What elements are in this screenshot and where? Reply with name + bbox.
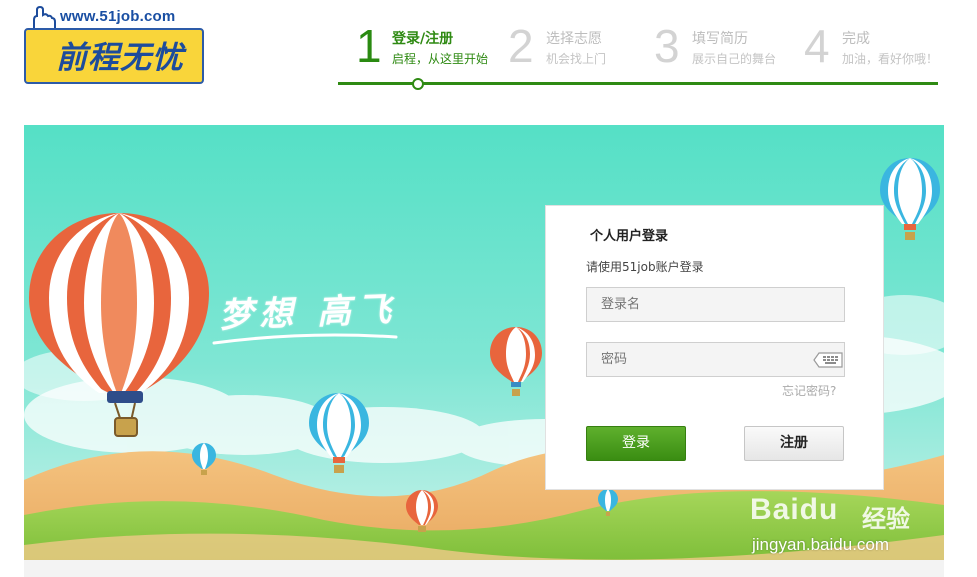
forgot-password-link[interactable]: 忘记密码? xyxy=(782,382,836,399)
watermark-brand: Baidu xyxy=(750,493,839,526)
password-input[interactable] xyxy=(586,342,845,377)
login-button[interactable]: 登录 xyxy=(586,426,686,461)
site-logo[interactable]: www.51job.com 前程无忧 xyxy=(24,6,206,86)
keyboard-icon[interactable] xyxy=(813,351,843,369)
progress-marker xyxy=(412,78,424,90)
baidu-watermark: Baidu 经验 jingyan.baidu.com xyxy=(750,493,950,561)
footer-strip xyxy=(24,560,944,577)
step-number: 2 xyxy=(508,20,534,72)
register-button[interactable]: 注册 xyxy=(744,426,844,461)
login-panel: 个人用户登录 请使用51job账户登录 忘记密码? 登录 注册 xyxy=(545,205,884,490)
login-hint: 请使用51job账户登录 xyxy=(586,260,704,274)
banner-slogan: 梦想 高飞 xyxy=(218,289,398,337)
login-title: 个人用户登录 xyxy=(590,229,669,244)
progress-steps: 1 登录/注册 启程，从这里开始 2 选择志愿 机会找上门 3 填写简历 展示自… xyxy=(338,18,938,90)
step-title: 完成 xyxy=(842,31,870,47)
logo-url-text: www.51job.com xyxy=(60,8,176,25)
step-subtitle: 启程，从这里开始 xyxy=(392,52,489,66)
progress-line xyxy=(338,82,938,85)
step-number: 1 xyxy=(356,20,382,72)
step-subtitle: 展示自己的舞台 xyxy=(692,52,777,66)
step-title: 选择志愿 xyxy=(546,31,602,47)
username-input[interactable] xyxy=(586,287,845,322)
step-subtitle: 加油，看好你哦！ xyxy=(842,52,939,66)
step-subtitle: 机会找上门 xyxy=(546,52,607,66)
step-title: 登录/注册 xyxy=(392,31,454,47)
step-number: 3 xyxy=(654,20,680,72)
logo-name: 前程无忧 xyxy=(56,40,184,76)
watermark-brand-cn: 经验 xyxy=(862,505,910,533)
step-number: 4 xyxy=(804,20,830,72)
step-title: 填写简历 xyxy=(692,31,748,47)
watermark-url: jingyan.baidu.com xyxy=(752,535,890,554)
